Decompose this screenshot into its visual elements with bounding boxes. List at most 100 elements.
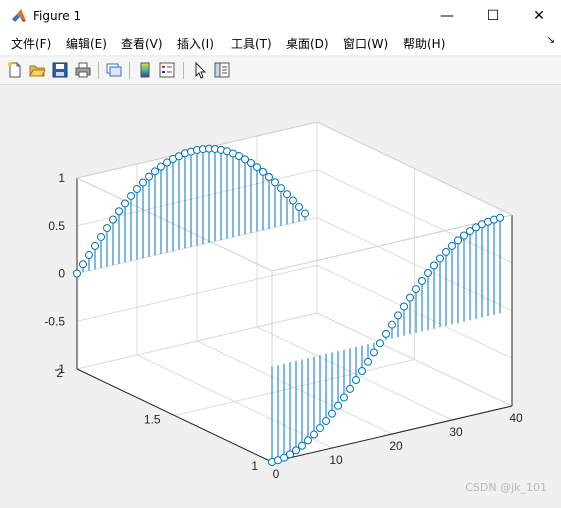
menu-file[interactable]: 文件(F) [11,35,51,52]
stem-marker [97,232,105,241]
open-folder-icon[interactable] [28,61,46,79]
x-tick-label: 30 [449,425,463,439]
x-tick-label: 10 [329,453,343,467]
axes-grid [76,121,513,463]
stem-marker [289,196,297,205]
stem-marker [442,247,450,256]
y-tick-label: 1.5 [144,413,161,427]
save-icon[interactable] [51,61,69,79]
print-icon[interactable] [74,61,92,79]
toolbar [0,57,561,85]
figure-window: Figure 1 — ☐ ✕ 文件(F) 编辑(E) 查看(V) 插入(I) 工… [0,0,561,504]
toolbar-separator [98,62,99,79]
menu-insert[interactable]: 插入(I) [177,35,214,52]
stem-marker [103,224,111,233]
stem-marker [283,190,291,199]
stem3-chart[interactable]: 01020304011.52-1-0.500.51 [0,85,561,504]
stem-marker [115,207,123,216]
stem-marker [310,430,318,439]
link-plot-icon[interactable] [105,61,123,79]
x-tick-label: 20 [389,439,403,453]
close-button[interactable]: ✕ [516,0,561,31]
stem-marker [358,366,366,375]
stem-marker [316,424,324,433]
stem-marker [79,260,87,269]
stem-marker [259,167,267,176]
property-inspector-icon[interactable] [213,61,231,79]
watermark: CSDN @jk_101 [465,481,547,494]
maximize-icon: ☐ [486,7,500,24]
menu-desktop[interactable]: 桌面(D) [286,35,329,52]
stem-marker [334,401,342,410]
stem-marker [298,441,306,450]
matlab-logo-icon [12,8,26,22]
menu-view[interactable]: 查看(V) [121,35,163,52]
stem-marker [412,285,420,294]
stem-marker [145,172,153,181]
stem-marker [277,184,285,193]
menu-bar: 文件(F) 编辑(E) 查看(V) 插入(I) 工具(T) 桌面(D) 窗口(W… [0,31,561,55]
z-tick-label: 0 [58,267,65,281]
x-tick-label: 40 [509,411,523,425]
minimize-icon: — [440,7,454,24]
x-tick-label: 0 [273,467,280,481]
stem-marker [454,236,462,245]
stem-marker [265,172,273,181]
stem-marker [322,417,330,426]
figure-canvas: 0 10 20 30 40 1 1.5 2 -1 -0.5 0 0.5 1 CSDN @jk_101 [0,85,561,504]
stem-marker [340,393,348,402]
stem-marker [292,446,300,455]
minimize-button[interactable]: — [424,0,470,31]
stem-marker [91,241,99,250]
stem-marker [301,209,309,218]
stem-marker [436,254,444,263]
stem-marker [133,185,141,194]
stem-marker [73,269,81,278]
maximize-button[interactable]: ☐ [470,0,516,31]
z-tick-label: -0.5 [44,314,65,328]
z-tick-label: 1 [58,171,65,185]
stem-marker [328,409,336,418]
stem-marker [253,163,261,172]
menubar-overflow-icon[interactable]: ↘ [547,35,555,46]
close-icon: ✕ [533,7,545,24]
stem-marker [151,167,159,176]
z-tick-label: -1 [54,362,65,376]
stem-marker [418,276,426,285]
stem-marker [352,376,360,385]
menu-tools[interactable]: 工具(T) [231,35,272,52]
legend-icon[interactable] [158,61,176,79]
toolbar-separator [129,62,130,79]
z-tick-label: 0.5 [48,219,65,233]
stem-marker [271,178,279,187]
colorbar-icon[interactable] [136,61,154,79]
toolbar-separator [183,62,184,79]
stem-marker [388,320,396,329]
stem-marker [400,302,408,311]
stem-marker [139,178,147,187]
stem-marker [394,311,402,320]
stem-marker [364,357,372,366]
pointer-icon[interactable] [191,61,209,79]
stem-marker [406,293,414,302]
menu-edit[interactable]: 编辑(E) [66,35,107,52]
stem-marker [430,261,438,270]
stem-marker [295,202,303,211]
new-figure-icon[interactable] [6,61,24,79]
menu-help[interactable]: 帮助(H) [403,35,445,52]
stem-marker [121,199,129,208]
stem-marker [448,241,456,250]
stem-marker [496,213,504,222]
stem-marker [376,339,384,348]
stem-marker [424,268,432,277]
stem-marker [127,191,135,200]
stem-marker [382,329,390,338]
stem-marker [460,231,468,240]
stem-marker [109,215,117,224]
stem-marker [304,436,312,445]
y-tick-label: 1 [251,459,258,473]
title-bar: Figure 1 — ☐ ✕ [0,0,561,31]
menu-window[interactable]: 窗口(W) [343,35,388,52]
stem-marker [346,384,354,393]
stem-marker [85,251,93,260]
